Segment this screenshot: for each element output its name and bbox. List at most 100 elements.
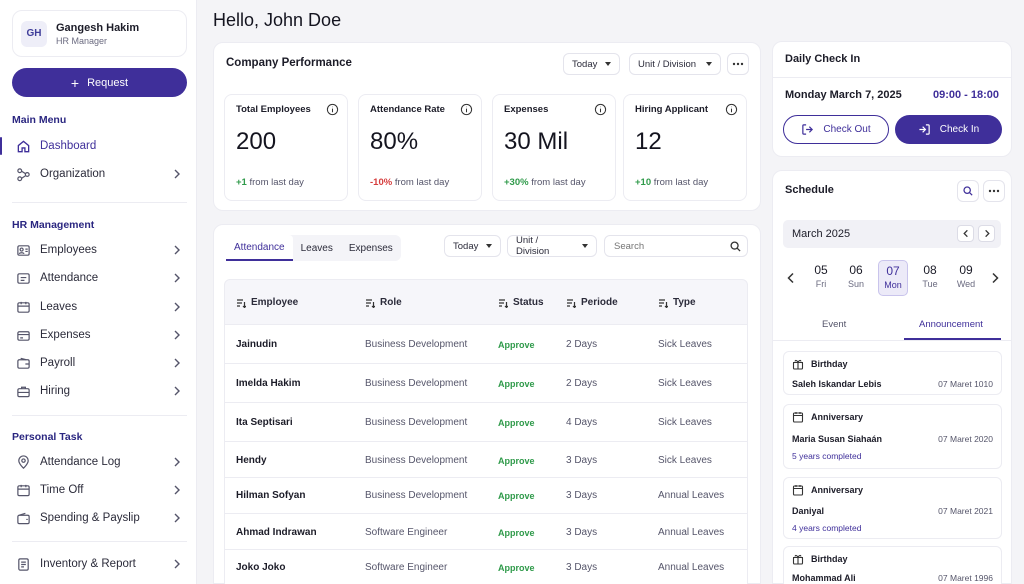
table-row[interactable]: Joko Joko Software Engineer Approve 3 Da… — [224, 550, 748, 584]
day-08[interactable]: 08 Tue — [915, 260, 945, 296]
chevron-right-icon[interactable] — [991, 272, 999, 284]
sidebar-item-label: Expenses — [40, 329, 91, 341]
sidebar-item-employees[interactable]: Employees — [8, 239, 188, 261]
table-row[interactable]: Ita Septisari Business Development Appro… — [224, 403, 748, 442]
check-out-button[interactable]: Check Out — [783, 115, 889, 144]
tab-event[interactable]: Event — [822, 319, 846, 330]
period-dropdown[interactable]: Today — [444, 235, 502, 257]
column-label: Employee — [251, 297, 299, 308]
day-number: 06 — [849, 263, 863, 277]
sidebar-item-hiring[interactable]: Hiring — [8, 380, 188, 402]
stat-label: Total Employees — [236, 104, 311, 115]
stat-change: +30% from last day — [504, 177, 586, 188]
info-icon[interactable] — [594, 103, 607, 116]
column-header-role[interactable]: Role — [365, 297, 402, 308]
tab-attendance[interactable]: Attendance — [226, 235, 293, 261]
check-in-button[interactable]: Check In — [895, 115, 1002, 144]
chevron-left-icon — [962, 229, 968, 238]
announcement-type: Birthday — [811, 554, 848, 564]
announcement-card[interactable]: Anniversary Maria Susan Siahaán 07 Maret… — [783, 404, 1002, 469]
search-input[interactable] — [605, 236, 715, 257]
column-header-status[interactable]: Status — [498, 297, 544, 308]
day-09[interactable]: 09 Wed — [951, 260, 981, 296]
change-suffix: from last day — [394, 177, 450, 188]
tab-expenses[interactable]: Expenses — [341, 235, 401, 261]
divider — [12, 202, 187, 203]
chevron-right-icon — [174, 457, 180, 467]
cell-periode: 2 Days — [566, 378, 598, 389]
day-05[interactable]: 05 Fri — [806, 260, 836, 296]
tab-announcement[interactable]: Announcement — [919, 319, 983, 330]
cell-employee: Ita Septisari — [236, 417, 293, 428]
period-dropdown[interactable]: Today — [563, 53, 621, 75]
table-row[interactable]: Imelda Hakim Business Development Approv… — [224, 364, 748, 403]
table-row[interactable]: Hilman Sofyan Business Development Appro… — [224, 478, 748, 514]
wallet-icon — [17, 512, 30, 524]
table-row[interactable]: Ahmad Indrawan Software Engineer Approve… — [224, 514, 748, 550]
announcement-card[interactable]: Birthday Mohammad Ali 07 Maret 1996 — [783, 546, 1002, 584]
sidebar-item-attendance[interactable]: Attendance — [8, 267, 188, 289]
announcement-date: 07 Maret 2021 — [938, 506, 993, 516]
table-row[interactable]: Jainudin Business Development Approve 2 … — [224, 325, 748, 364]
day-07-selected[interactable]: 07 Mon — [878, 260, 908, 296]
sidebar: GH Gangesh Hakim HR Manager + Request Ma… — [0, 0, 197, 584]
chevron-right-icon — [174, 513, 180, 523]
announcement-date: 07 Maret 2020 — [938, 434, 993, 444]
profile-card[interactable]: GH Gangesh Hakim HR Manager — [12, 10, 187, 57]
search-icon[interactable] — [730, 241, 741, 252]
sidebar-item-attendance-log[interactable]: Attendance Log — [8, 451, 188, 473]
sidebar-item-inventory-report[interactable]: Inventory & Report — [8, 553, 188, 575]
request-button[interactable]: + Request — [12, 68, 187, 97]
sidebar-item-leaves[interactable]: Leaves — [8, 296, 188, 318]
sidebar-item-label: Employees — [40, 244, 97, 256]
chevron-right-icon — [174, 485, 180, 495]
panel-title: Daily Check In — [785, 53, 861, 65]
day-06[interactable]: 06 Sun — [841, 260, 871, 296]
unit-division-dropdown[interactable]: Unit / Division — [507, 235, 597, 257]
sidebar-item-time-off[interactable]: Time Off — [8, 479, 188, 501]
sidebar-item-payroll[interactable]: Payroll — [8, 352, 188, 374]
prev-month-button[interactable] — [957, 225, 974, 242]
next-month-button[interactable] — [978, 225, 995, 242]
column-header-employee[interactable]: Employee — [236, 297, 298, 308]
stat-label: Expenses — [504, 104, 549, 115]
change-value: +1 — [236, 177, 247, 188]
sidebar-item-organization[interactable]: Organization — [8, 163, 188, 185]
cell-periode: 3 Days — [566, 455, 598, 466]
column-header-periode[interactable]: Periode — [566, 297, 618, 308]
stat-value: 200 — [236, 128, 277, 155]
announcement-card[interactable]: Anniversary Daniyal 07 Maret 2021 4 year… — [783, 477, 1002, 539]
info-icon[interactable] — [460, 103, 473, 116]
info-icon[interactable] — [326, 103, 339, 116]
chevron-left-icon[interactable] — [787, 272, 795, 284]
cell-periode: 3 Days — [566, 562, 598, 573]
sidebar-item-spending-payslip[interactable]: Spending & Payslip — [8, 507, 188, 529]
cell-employee: Imelda Hakim — [236, 378, 301, 389]
stat-label: Attendance Rate — [370, 104, 445, 115]
cell-role: Business Development — [365, 378, 468, 389]
change-value: -10% — [370, 177, 393, 188]
sort-icon — [499, 298, 508, 308]
cell-periode: 4 Days — [566, 417, 598, 428]
logout-icon — [802, 124, 814, 135]
sidebar-item-expenses[interactable]: Expenses — [8, 324, 188, 346]
column-label: Role — [380, 297, 402, 308]
announcement-card[interactable]: Birthday Saleh Iskandar Lebis 07 Maret 1… — [783, 351, 1002, 395]
active-indicator — [0, 137, 2, 155]
change-suffix: from last day — [653, 177, 709, 188]
schedule-search-button[interactable] — [957, 180, 979, 202]
table-row[interactable]: Hendy Business Development Approve 3 Day… — [224, 442, 748, 478]
day-number: 07 — [886, 264, 900, 278]
unit-division-dropdown[interactable]: Unit / Division — [629, 53, 721, 75]
more-options-button[interactable] — [983, 180, 1005, 202]
more-options-button[interactable] — [727, 53, 749, 75]
info-icon[interactable] — [725, 103, 738, 116]
cell-employee: Hilman Sofyan — [236, 490, 306, 501]
tab-leaves[interactable]: Leaves — [293, 235, 341, 261]
sidebar-item-dashboard[interactable]: Dashboard — [0, 135, 188, 157]
cell-role: Business Development — [365, 339, 468, 350]
column-header-type[interactable]: Type — [658, 297, 696, 308]
announcement-note: 5 years completed — [792, 451, 862, 461]
leaves-icon — [17, 301, 30, 313]
column-label: Periode — [581, 297, 618, 308]
